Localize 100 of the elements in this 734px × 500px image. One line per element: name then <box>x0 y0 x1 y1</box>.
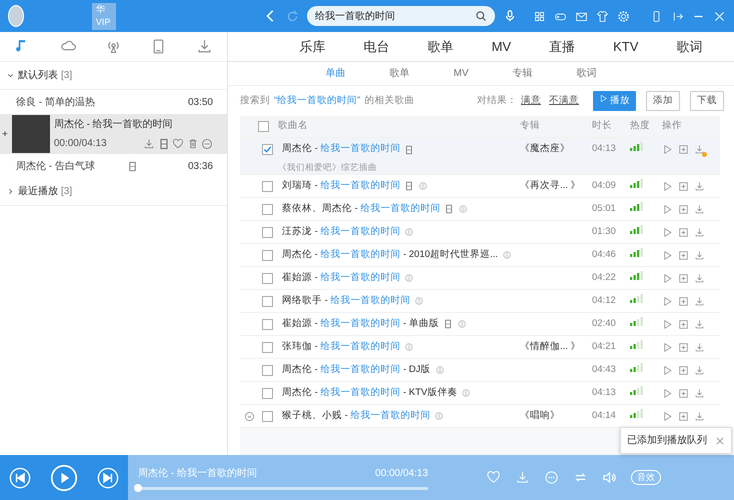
table-row[interactable]: 周杰伦 - 给我一首歌的时间 - 2010超时代世界巡... 04:46 <box>240 244 720 267</box>
song-name[interactable]: 周杰伦 - 给我一首歌的时间 - DJ版 <box>282 362 431 378</box>
song-name[interactable]: 张玮伽 - 给我一首歌的时间 <box>282 340 400 354</box>
play-icon[interactable] <box>662 342 673 352</box>
play-icon[interactable] <box>662 318 673 330</box>
checkbox[interactable] <box>262 180 272 192</box>
expand-icon[interactable] <box>244 410 254 422</box>
play-icon[interactable] <box>662 388 673 398</box>
play-icon[interactable] <box>662 180 673 192</box>
download-icon[interactable] <box>196 38 213 55</box>
download-icon[interactable] <box>694 250 705 260</box>
song-name[interactable]: 崔始源 - 给我一首歌的时间 <box>282 270 400 286</box>
download-icon[interactable] <box>694 364 705 376</box>
download-icon[interactable] <box>694 318 705 330</box>
add-icon[interactable] <box>678 204 689 214</box>
album-name[interactable]: 《情醉伽... 》 <box>520 340 581 352</box>
play-icon[interactable] <box>662 144 673 155</box>
play-icon[interactable] <box>662 226 673 238</box>
checkbox[interactable] <box>262 144 272 155</box>
song-name[interactable]: 周杰伦 - 给我一首歌的时间 <box>282 142 400 157</box>
nav-tab[interactable]: 直播 <box>549 36 576 56</box>
checkbox[interactable] <box>262 388 272 398</box>
table-row[interactable]: 崔始源 - 给我一首歌的时间 - 单曲版 02:40 <box>240 313 720 336</box>
heart-icon[interactable] <box>486 470 501 485</box>
download-icon[interactable] <box>694 180 705 192</box>
checkbox[interactable] <box>262 318 272 330</box>
album-name[interactable]: 《唱响》 <box>520 410 560 421</box>
nav-tab[interactable]: MV <box>492 36 512 56</box>
checkbox[interactable] <box>262 226 272 238</box>
nav-tab[interactable]: 歌单 <box>428 36 454 56</box>
mini-mode-icon[interactable] <box>671 10 684 22</box>
song-name[interactable]: 汪苏泷 - 给我一首歌的时间 <box>282 224 400 240</box>
previous-icon[interactable] <box>9 466 32 488</box>
song-name[interactable]: 蔡依林、周杰伦 - 给我一首歌的时间 <box>282 202 440 216</box>
play-icon[interactable] <box>662 250 673 260</box>
film-icon[interactable] <box>444 204 454 214</box>
download-icon[interactable] <box>694 410 705 422</box>
album-name[interactable]: 《再次寻... 》 <box>520 180 581 191</box>
add-icon[interactable] <box>678 410 689 422</box>
settings-icon[interactable] <box>616 10 630 22</box>
more-icon[interactable] <box>201 138 213 150</box>
table-row[interactable]: 刘瑞琦 - 给我一首歌的时间 《再次寻... 》 04:09 <box>240 175 720 198</box>
song-name[interactable]: 网络歌手 - 给我一首歌的时间 <box>282 294 410 308</box>
download-icon[interactable] <box>694 144 705 155</box>
checkbox[interactable] <box>262 342 272 352</box>
search-icon[interactable] <box>474 10 487 22</box>
play-icon[interactable] <box>662 296 673 306</box>
film-icon[interactable] <box>126 160 138 172</box>
film-icon[interactable] <box>404 181 414 191</box>
nav-tab[interactable]: 乐库 <box>300 36 326 56</box>
table-row[interactable]: 周杰伦 - 给我一首歌的时间 《魔杰座》 04:13 <box>240 138 720 161</box>
table-row[interactable]: 网络歌手 - 给我一首歌的时间 04:12 <box>240 290 720 313</box>
select-all-checkbox[interactable] <box>258 121 268 132</box>
sub-tab[interactable]: 专辑 <box>512 66 532 81</box>
checkbox[interactable] <box>262 272 272 284</box>
sub-tab[interactable]: MV <box>454 66 468 81</box>
download-icon[interactable] <box>694 342 705 352</box>
checkbox[interactable] <box>262 364 272 376</box>
add-icon[interactable] <box>678 318 689 330</box>
table-row[interactable]: 张玮伽 - 给我一首歌的时间 《情醉伽... 》 04:21 <box>240 336 720 359</box>
song-name[interactable]: 周杰伦 - 给我一首歌的时间 - KTV版伴奏 <box>282 386 458 400</box>
progress-thumb[interactable] <box>134 484 142 492</box>
play-icon[interactable] <box>662 272 673 284</box>
song-name[interactable]: 猴子桃、小贱 - 给我一首歌的时间 <box>282 408 430 424</box>
play-icon[interactable] <box>662 364 673 376</box>
table-row[interactable]: 周杰伦 - 给我一首歌的时间 - KTV版伴奏 04:13 <box>240 382 720 405</box>
list-group-header[interactable]: 默认列表 [3] <box>0 62 227 90</box>
download-icon[interactable] <box>694 226 705 238</box>
add-icon[interactable] <box>678 144 689 155</box>
trash-icon[interactable] <box>186 138 198 150</box>
table-row[interactable]: 猴子桃、小贱 - 给我一首歌的时间 《唱响》 04:14 <box>240 405 720 428</box>
add-label[interactable]: + <box>2 126 8 142</box>
download-icon[interactable] <box>143 138 155 150</box>
table-row[interactable]: 周杰伦 - 给我一首歌的时间 - DJ版 04:43 <box>240 359 720 382</box>
checkbox[interactable] <box>262 410 272 422</box>
song-title[interactable]: 徐良 - 简单的温热 <box>16 94 188 110</box>
download-icon[interactable] <box>694 296 705 306</box>
play-icon[interactable] <box>50 464 78 492</box>
table-row[interactable]: 蔡依林、周杰伦 - 给我一首歌的时间 05:01 <box>240 198 720 221</box>
satisfied-link[interactable]: 满意 <box>521 94 541 108</box>
add-icon[interactable] <box>678 272 689 284</box>
table-row[interactable]: 汪苏泷 - 给我一首歌的时间 01:30 <box>240 221 720 244</box>
next-icon[interactable] <box>96 466 119 488</box>
volume-icon[interactable] <box>602 470 617 485</box>
apps-icon[interactable] <box>532 10 546 22</box>
close-icon[interactable] <box>715 436 725 446</box>
song-name[interactable]: 刘瑞琦 - 给我一首歌的时间 <box>282 178 400 194</box>
film-icon[interactable] <box>404 144 414 154</box>
action-button[interactable]: 下载 <box>690 90 724 112</box>
add-icon[interactable] <box>678 250 689 260</box>
table-row[interactable]: 崔始源 - 给我一首歌的时间 04:22 <box>240 267 720 290</box>
song-title[interactable]: 周杰伦 - 告白气球 <box>16 158 127 174</box>
heart-icon[interactable] <box>172 138 184 150</box>
action-button[interactable]: 添加 <box>646 90 680 112</box>
film-icon[interactable] <box>158 138 170 150</box>
nav-tab[interactable]: KTV <box>613 36 638 56</box>
checkbox[interactable] <box>262 204 272 214</box>
now-playing-item[interactable]: + 周杰伦 - 给我一首歌的时间 00:00/04:13 <box>0 114 227 154</box>
download-icon[interactable] <box>515 470 530 485</box>
play-icon[interactable] <box>662 204 673 214</box>
